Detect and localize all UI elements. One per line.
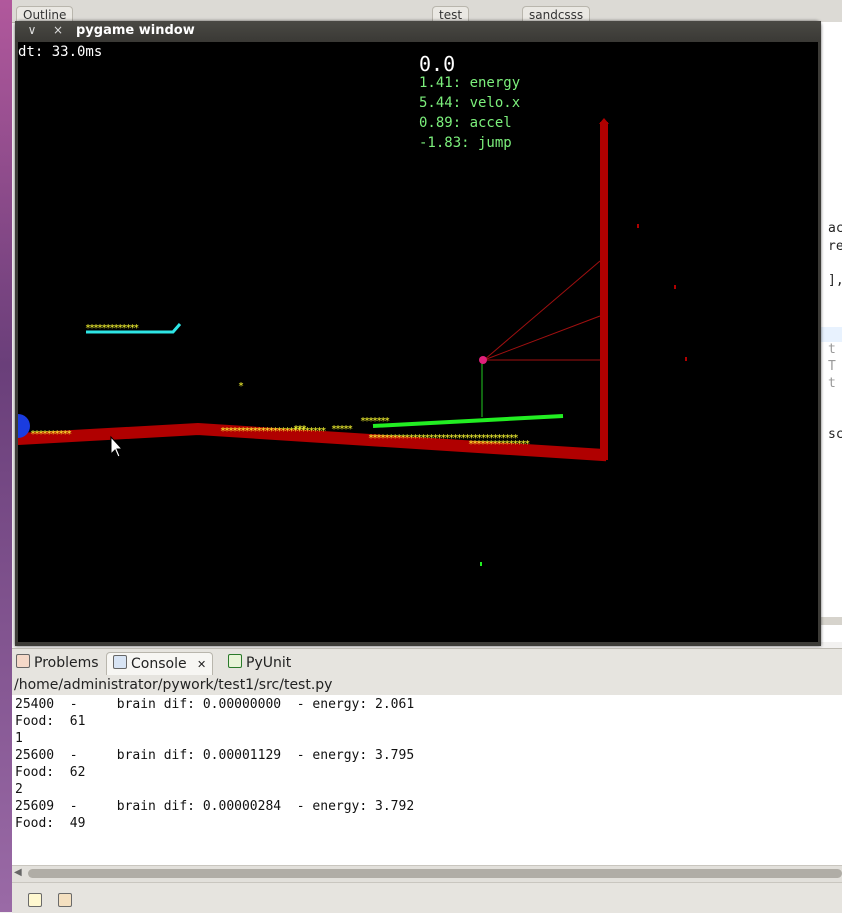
scrollbar-thumb[interactable]: [28, 869, 842, 878]
food-cluster: ***: [293, 424, 307, 435]
perspective-icon[interactable]: [58, 893, 72, 907]
console-line: Food: 62: [15, 765, 86, 780]
console-line: Food: 61: [15, 714, 86, 729]
tab-pyunit-label: PyUnit: [246, 655, 292, 671]
food-cluster: **************************: [220, 426, 327, 437]
tab-console-label: Console: [131, 656, 187, 672]
console-icon: [113, 655, 127, 669]
console-line: 2: [15, 782, 23, 797]
pygame-window-title: pygame window: [76, 23, 195, 38]
sensor-ray: [483, 260, 601, 361]
status-bar: [12, 882, 842, 913]
stat-energy: 1.41: energy: [419, 75, 521, 91]
food-single: *: [238, 381, 244, 392]
console-output[interactable]: 25400 - brain dif: 0.00000000 - energy: …: [12, 695, 842, 865]
food-cluster: *******: [360, 416, 390, 427]
window-close-button[interactable]: ×: [49, 23, 67, 37]
editor-fragment: re: [828, 239, 842, 254]
terrain-wall-cap: [599, 118, 609, 124]
editor-scrollbar[interactable]: [821, 617, 842, 625]
score-readout: 0.0: [419, 52, 456, 76]
editor-fragment: T: [828, 359, 836, 374]
sensor-ray: [483, 315, 601, 361]
console-line: Food: 49: [15, 816, 86, 831]
problems-icon: [16, 654, 30, 668]
console-horizontal-scrollbar[interactable]: ◀: [12, 865, 842, 882]
pygame-window: ∨ × pygame window ************* * ******…: [15, 21, 821, 646]
tab-pyunit[interactable]: PyUnit: [228, 652, 291, 674]
stat-accel: 0.89: accel: [419, 115, 512, 131]
red-dot: [637, 224, 639, 228]
dt-readout: dt: 33.0ms: [18, 44, 103, 60]
editor-fragment: ],: [828, 273, 842, 288]
red-dot: [674, 285, 676, 289]
food-cluster: ***************: [468, 439, 530, 450]
console-run-path: /home/administrator/pywork/test1/src/tes…: [12, 676, 842, 695]
editor-fragment: t: [828, 376, 836, 391]
pyunit-icon: [228, 654, 242, 668]
console-line: 25600 - brain dif: 0.00001129 - energy: …: [15, 748, 415, 763]
green-platform: [372, 414, 564, 428]
food-cluster: *************: [85, 323, 139, 334]
console-tabbar: Problems Console ✕ PyUnit: [12, 648, 842, 677]
scroll-left-icon[interactable]: ◀: [14, 867, 22, 878]
creature-head: [479, 356, 487, 364]
desktop-edge: [0, 0, 12, 912]
editor-fragment: sc: [828, 427, 842, 442]
console-line: 25400 - brain dif: 0.00000000 - energy: …: [15, 697, 415, 712]
green-dot: [480, 562, 482, 566]
mouse-cursor: [110, 435, 124, 458]
food-cluster: *****: [331, 424, 353, 435]
close-icon[interactable]: ✕: [197, 658, 206, 671]
terrain-wall: [600, 122, 608, 460]
game-canvas[interactable]: ************* * ********** *************…: [18, 42, 818, 642]
food-cluster: **********: [30, 429, 72, 440]
current-line-highlight: [821, 327, 842, 342]
stat-velo-x: 5.44: velo.x: [419, 95, 521, 111]
pygame-titlebar[interactable]: ∨ × pygame window: [15, 21, 821, 42]
tab-console[interactable]: Console ✕: [106, 652, 214, 675]
ide-top-tabbar: Outline test sandcsss: [12, 0, 842, 23]
red-dot: [685, 357, 687, 361]
editor-fragment: t: [828, 342, 836, 357]
tab-problems-label: Problems: [34, 655, 99, 671]
new-fast-view-icon[interactable]: [28, 893, 42, 907]
game-scene: ************* * ********** *************…: [18, 118, 687, 566]
console-line: 1: [15, 731, 23, 746]
stat-jump: -1.83: jump: [419, 135, 512, 151]
console-line: 25609 - brain dif: 0.00000284 - energy: …: [15, 799, 415, 814]
window-menu-button[interactable]: ∨: [23, 23, 41, 37]
editor-fragment: ac: [828, 221, 842, 236]
tab-problems[interactable]: Problems: [16, 652, 99, 674]
editor-right-edge: ac re ], t T t sc: [820, 22, 842, 642]
